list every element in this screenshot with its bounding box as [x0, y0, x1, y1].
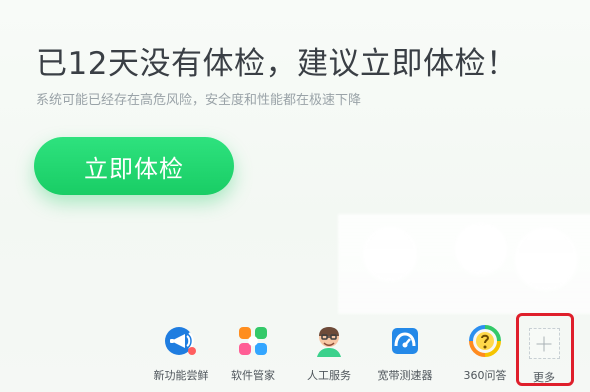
tool-software-manager[interactable]: 软件管家 — [217, 315, 289, 387]
risk-subtitle: 系统可能已经存在高危风险，安全度和性能都在极速下降 — [36, 93, 362, 108]
plus-icon — [528, 328, 560, 359]
masked-background-area — [338, 214, 590, 314]
tool-new-features[interactable]: 新功能尝鲜 — [145, 315, 217, 387]
security-home-panel: 已12天没有体检，建议立即体检！ 系统可能已经存在高危风险，安全度和性能都在极速… — [0, 0, 590, 392]
tool-label-360-qa: 360问答 — [463, 369, 507, 382]
megaphone-icon — [161, 321, 201, 361]
tool-human-service[interactable]: 人工服务 — [293, 315, 365, 387]
speedometer-icon — [385, 321, 425, 361]
tool-label-more: 更多 — [533, 371, 555, 384]
check-now-button[interactable]: 立即体检 — [34, 137, 234, 195]
app-store-icon — [233, 321, 273, 361]
tool-label-software-manager: 软件管家 — [231, 369, 275, 382]
tool-label-human-service: 人工服务 — [307, 369, 351, 382]
tool-more[interactable]: 更多 — [513, 315, 575, 387]
tool-360-qa[interactable]: 360问答 — [449, 315, 521, 387]
support-agent-icon — [309, 321, 349, 361]
question-circle-icon — [465, 321, 505, 361]
tool-label-broadband-speed-test: 宽带测速器 — [377, 369, 433, 382]
tool-bar: 新功能尝鲜 软件管家 人工服务 宽带测速器 360问答 更多 — [145, 313, 575, 387]
tool-broadband-speed-test[interactable]: 宽带测速器 — [369, 315, 441, 387]
tool-label-new-features: 新功能尝鲜 — [153, 369, 209, 382]
page-title: 已12天没有体检，建议立即体检！ — [36, 46, 518, 82]
